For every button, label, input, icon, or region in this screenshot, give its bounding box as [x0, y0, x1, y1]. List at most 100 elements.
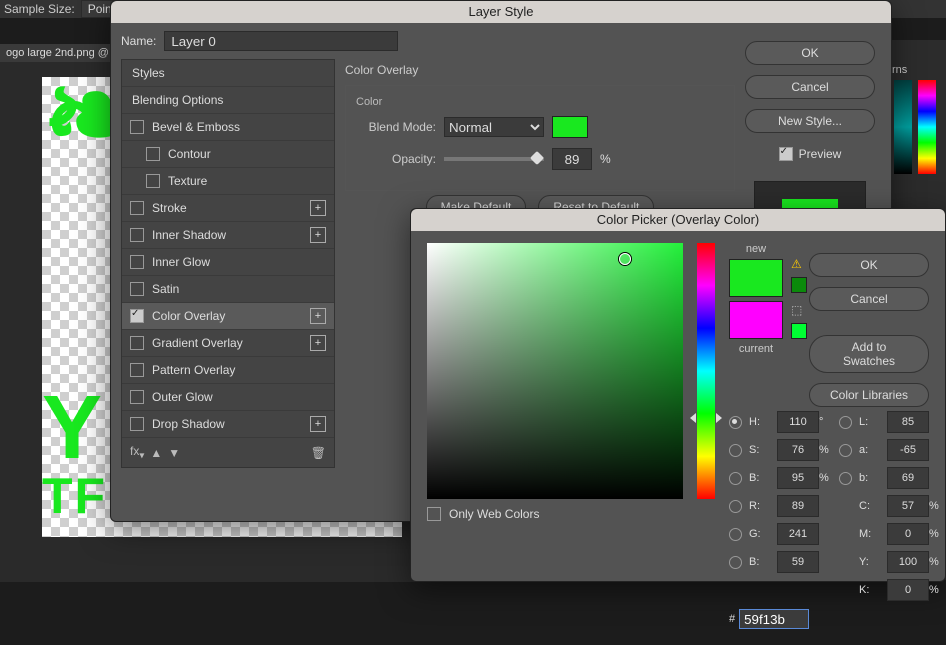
- style-checkbox[interactable]: [130, 201, 144, 215]
- style-checkbox[interactable]: [146, 147, 160, 161]
- websafe-icon[interactable]: ⬚: [791, 303, 807, 317]
- new-color-swatch[interactable]: [729, 259, 783, 297]
- hue-arrow-left-icon: [690, 413, 696, 423]
- opacity-label: Opacity:: [356, 152, 436, 166]
- opacity-slider[interactable]: [444, 157, 544, 161]
- a-input[interactable]: [887, 439, 929, 461]
- color-libraries-button[interactable]: Color Libraries: [809, 383, 929, 407]
- blend-mode-select[interactable]: Normal: [444, 117, 544, 137]
- cp-ok-button[interactable]: OK: [809, 253, 929, 277]
- add-swatches-button[interactable]: Add to Swatches: [809, 335, 929, 373]
- blending-options[interactable]: Blending Options: [122, 87, 334, 114]
- h-radio[interactable]: [729, 416, 742, 429]
- hue-slider[interactable]: [697, 243, 715, 499]
- preview-checkbox[interactable]: [779, 147, 793, 161]
- b2-radio[interactable]: [839, 472, 852, 485]
- l-input[interactable]: [887, 411, 929, 433]
- gamut-swatch[interactable]: [791, 277, 807, 293]
- b-input[interactable]: [777, 467, 819, 489]
- add-effect-icon[interactable]: +: [310, 200, 326, 216]
- add-effect-icon[interactable]: +: [310, 308, 326, 324]
- style-checkbox[interactable]: [130, 255, 144, 269]
- style-down-icon[interactable]: ▼: [168, 446, 180, 460]
- style-row-drop-shadow[interactable]: Drop Shadow +: [122, 411, 334, 438]
- style-row-pattern-overlay[interactable]: Pattern Overlay: [122, 357, 334, 384]
- right-panel-tab[interactable]: rns: [886, 40, 946, 76]
- h-input[interactable]: [777, 411, 819, 433]
- m-input[interactable]: [887, 523, 929, 545]
- fx-icon[interactable]: fx▾: [130, 444, 144, 461]
- only-web-colors-checkbox[interactable]: [427, 507, 441, 521]
- r-input[interactable]: [777, 495, 819, 517]
- r-radio[interactable]: [729, 500, 742, 513]
- color-picker-titlebar[interactable]: Color Picker (Overlay Color): [411, 209, 945, 231]
- hex-input[interactable]: [739, 609, 809, 629]
- g-radio[interactable]: [729, 528, 742, 541]
- style-label: Outer Glow: [152, 390, 213, 404]
- style-row-gradient-overlay[interactable]: Gradient Overlay +: [122, 330, 334, 357]
- add-effect-icon[interactable]: +: [310, 416, 326, 432]
- k-input[interactable]: [887, 579, 929, 601]
- sv-cursor[interactable]: [619, 253, 631, 265]
- websafe-swatch[interactable]: [791, 323, 807, 339]
- new-style-button[interactable]: New Style...: [745, 109, 875, 133]
- layer-style-titlebar[interactable]: Layer Style: [111, 1, 891, 23]
- a-radio[interactable]: [839, 444, 852, 457]
- style-row-satin[interactable]: Satin: [122, 276, 334, 303]
- style-row-inner-glow[interactable]: Inner Glow: [122, 249, 334, 276]
- style-label: Drop Shadow: [152, 417, 225, 431]
- style-checkbox[interactable]: [130, 417, 144, 431]
- style-row-bevel-emboss[interactable]: Bevel & Emboss: [122, 114, 334, 141]
- opacity-input[interactable]: [552, 148, 592, 170]
- add-effect-icon[interactable]: +: [310, 335, 326, 351]
- gamut-warning-icon[interactable]: ⚠: [791, 257, 807, 271]
- opacity-slider-thumb[interactable]: [530, 151, 544, 165]
- style-checkbox[interactable]: [130, 282, 144, 296]
- add-effect-icon[interactable]: +: [310, 227, 326, 243]
- style-label: Texture: [168, 174, 207, 188]
- s-input[interactable]: [777, 439, 819, 461]
- overlay-color-swatch[interactable]: [552, 116, 588, 138]
- style-checkbox[interactable]: [130, 228, 144, 242]
- g-input[interactable]: [777, 523, 819, 545]
- ok-button[interactable]: OK: [745, 41, 875, 65]
- y-input[interactable]: [887, 551, 929, 573]
- style-checkbox[interactable]: [130, 363, 144, 377]
- bb-input[interactable]: [777, 551, 819, 573]
- current-color-label: current: [739, 343, 773, 355]
- trash-icon[interactable]: 🗑: [311, 446, 326, 460]
- style-row-stroke[interactable]: Stroke+: [122, 195, 334, 222]
- style-checkbox[interactable]: [130, 309, 144, 323]
- style-label: Inner Glow: [152, 255, 210, 269]
- name-label: Name:: [121, 34, 156, 48]
- cp-cancel-button[interactable]: Cancel: [809, 287, 929, 311]
- l-radio[interactable]: [839, 416, 852, 429]
- style-row-outer-glow[interactable]: Outer Glow: [122, 384, 334, 411]
- style-label: Satin: [152, 282, 179, 296]
- style-up-icon[interactable]: ▲: [150, 446, 162, 460]
- b-radio[interactable]: [729, 472, 742, 485]
- panel-title: Color Overlay: [345, 59, 735, 81]
- layer-name-input[interactable]: [164, 31, 398, 51]
- b2-input[interactable]: [887, 467, 929, 489]
- bb-radio[interactable]: [729, 556, 742, 569]
- style-checkbox[interactable]: [130, 336, 144, 350]
- style-row-color-overlay[interactable]: Color Overlay+: [122, 303, 334, 330]
- style-checkbox[interactable]: [130, 120, 144, 134]
- style-row-texture[interactable]: Texture: [122, 168, 334, 195]
- styles-header[interactable]: Styles: [122, 60, 334, 87]
- style-row-inner-shadow[interactable]: Inner Shadow+: [122, 222, 334, 249]
- s-radio[interactable]: [729, 444, 742, 457]
- c-input[interactable]: [887, 495, 929, 517]
- style-checkbox[interactable]: [146, 174, 160, 188]
- style-checkbox[interactable]: [130, 390, 144, 404]
- style-row-contour[interactable]: Contour: [122, 141, 334, 168]
- styles-panel: Styles Blending Options Bevel & EmbossCo…: [121, 59, 335, 468]
- hue-arrow-right-icon: [716, 413, 722, 423]
- saturation-value-field[interactable]: [427, 243, 683, 499]
- style-label: Pattern Overlay: [152, 363, 235, 377]
- style-label: Gradient Overlay: [152, 336, 243, 350]
- color-fieldset: Color Blend Mode: Normal Opacity: %: [345, 85, 735, 191]
- cancel-button[interactable]: Cancel: [745, 75, 875, 99]
- current-color-swatch[interactable]: [729, 301, 783, 339]
